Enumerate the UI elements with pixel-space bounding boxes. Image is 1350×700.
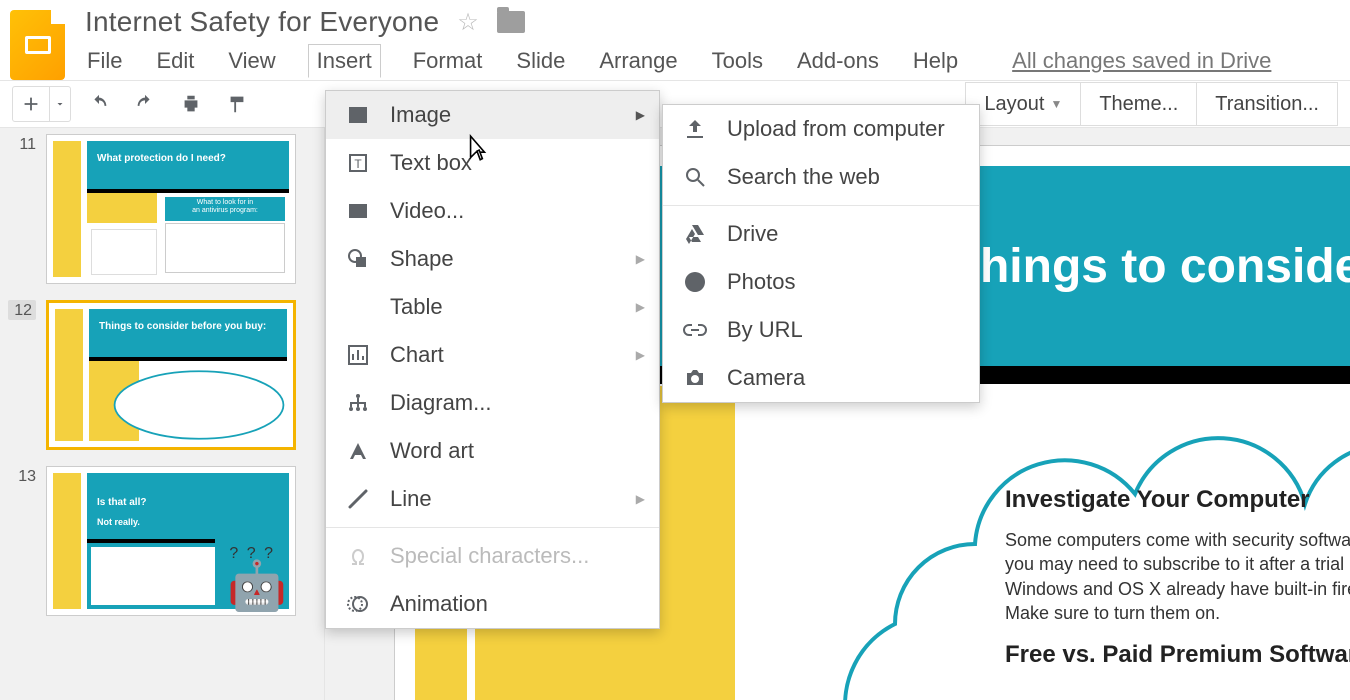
chart-icon: [344, 341, 372, 369]
slide-subheading-2: Free vs. Paid Premium Software: [1005, 641, 1350, 669]
new-slide-button[interactable]: [13, 86, 49, 122]
photos-icon: [681, 268, 709, 296]
search-icon: [681, 163, 709, 191]
menu-item-special-characters: Special characters...: [326, 532, 659, 580]
menu-item-table[interactable]: Table▶: [326, 283, 659, 331]
menu-item-word-art[interactable]: Word art: [326, 427, 659, 475]
robot-image: 🤖: [227, 563, 287, 611]
thumb-title: Is that all?: [97, 497, 146, 508]
thumb-title: Things to consider before you buy:: [99, 321, 266, 332]
video-icon: [344, 197, 372, 225]
new-slide-dropdown[interactable]: [50, 86, 70, 122]
menu-edit[interactable]: Edit: [154, 44, 196, 78]
menu-view[interactable]: View: [226, 44, 277, 78]
svg-text:T: T: [354, 157, 362, 171]
insert-menu: Image▶ T Text box Video... Shape▶ Table▶…: [325, 90, 660, 629]
redo-button[interactable]: [127, 86, 163, 122]
diagram-icon: [344, 389, 372, 417]
menu-format[interactable]: Format: [411, 44, 485, 78]
link-icon: [681, 316, 709, 344]
menu-item-shape[interactable]: Shape▶: [326, 235, 659, 283]
thumb-slide-12[interactable]: Things to consider before you buy:: [46, 300, 296, 450]
thumb-slide-13[interactable]: Is that all? Not really. ? ? ? 🤖: [46, 466, 296, 616]
submenu-camera[interactable]: Camera: [663, 354, 979, 402]
menu-arrange[interactable]: Arrange: [597, 44, 679, 78]
menu-item-image[interactable]: Image▶: [326, 91, 659, 139]
menu-item-diagram[interactable]: Diagram...: [326, 379, 659, 427]
upload-icon: [681, 115, 709, 143]
move-to-folder-icon[interactable]: [497, 11, 525, 33]
submenu-by-url[interactable]: By URL: [663, 306, 979, 354]
menu-item-video[interactable]: Video...: [326, 187, 659, 235]
slide-heading: Things to consider: [951, 239, 1350, 294]
thumb-subtitle: What to look for inan antivirus program:: [165, 197, 285, 221]
layout-button[interactable]: Layout▼: [965, 82, 1080, 126]
menu-item-chart[interactable]: Chart▶: [326, 331, 659, 379]
text-box-icon: T: [344, 149, 372, 177]
menu-item-animation[interactable]: Animation: [326, 580, 659, 628]
paint-format-button[interactable]: [219, 86, 255, 122]
menu-file[interactable]: File: [85, 44, 124, 78]
thumb-number: 11: [8, 134, 36, 154]
submenu-photos[interactable]: Photos: [663, 258, 979, 306]
menu-help[interactable]: Help: [911, 44, 960, 78]
submenu-drive[interactable]: Drive: [663, 210, 979, 258]
special-characters-icon: [344, 542, 372, 570]
star-icon[interactable]: ☆: [457, 8, 479, 37]
image-submenu: Upload from computer Search the web Driv…: [662, 104, 980, 403]
slide-thumbnails: 11 What protection do I need? What to lo…: [0, 128, 325, 700]
menu-tools[interactable]: Tools: [710, 44, 765, 78]
menu-item-text-box[interactable]: T Text box: [326, 139, 659, 187]
thumb-number: 12: [8, 300, 36, 320]
slide-subheading-1: Investigate Your Computer: [1005, 486, 1350, 514]
shape-icon: [344, 245, 372, 273]
menubar: File Edit View Insert Format Slide Arran…: [85, 44, 1340, 78]
print-button[interactable]: [173, 86, 209, 122]
app-icon[interactable]: [10, 10, 65, 80]
transition-button[interactable]: Transition...: [1196, 82, 1338, 126]
animation-icon: [344, 590, 372, 618]
thumb-subtitle: Not really.: [97, 517, 140, 527]
autosave-status[interactable]: All changes saved in Drive: [1010, 44, 1273, 78]
menu-item-line[interactable]: Line▶: [326, 475, 659, 523]
camera-icon: [681, 364, 709, 392]
drive-icon: [681, 220, 709, 248]
slide-paragraph-1: Some computers come with security softwa…: [1005, 528, 1350, 625]
menu-addons[interactable]: Add-ons: [795, 44, 881, 78]
thumb-title: What protection do I need?: [97, 153, 226, 164]
doc-title[interactable]: Internet Safety for Everyone: [85, 6, 439, 38]
image-icon: [344, 101, 372, 129]
menu-insert[interactable]: Insert: [308, 44, 381, 78]
theme-button[interactable]: Theme...: [1080, 82, 1196, 126]
thumb-number: 13: [8, 466, 36, 486]
submenu-search-the-web[interactable]: Search the web: [663, 153, 979, 201]
thumb-slide-11[interactable]: What protection do I need? What to look …: [46, 134, 296, 284]
menu-slide[interactable]: Slide: [514, 44, 567, 78]
word-art-icon: [344, 437, 372, 465]
undo-button[interactable]: [81, 86, 117, 122]
table-icon: [344, 293, 372, 321]
line-icon: [344, 485, 372, 513]
submenu-upload-from-computer[interactable]: Upload from computer: [663, 105, 979, 153]
